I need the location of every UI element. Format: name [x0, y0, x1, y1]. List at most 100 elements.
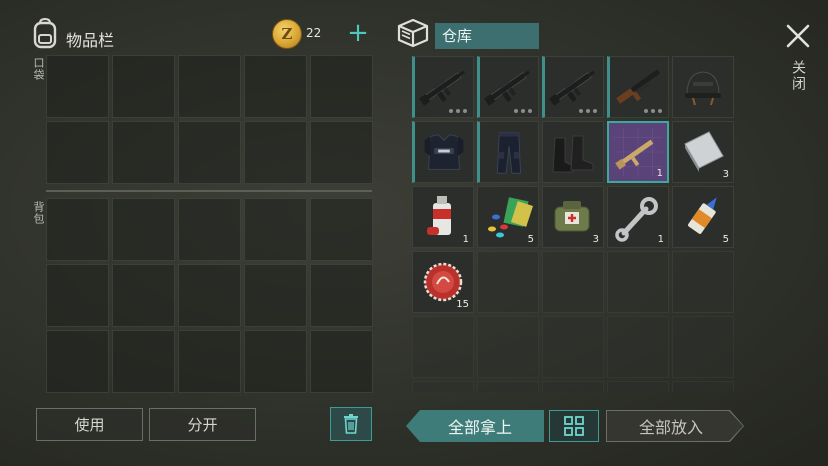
- pocket-slot[interactable]: [46, 121, 109, 184]
- backpack-slot[interactable]: [244, 198, 307, 261]
- backpack-slot[interactable]: [178, 264, 241, 327]
- pocket-slot[interactable]: [178, 121, 241, 184]
- warehouse-grid: 1 3 1 5 3 1 5 15: [412, 56, 738, 392]
- item-quantity: 1: [462, 234, 469, 245]
- warehouse-slot-spray-paint[interactable]: 1: [412, 186, 474, 248]
- backpack-slot[interactable]: [310, 198, 373, 261]
- backpack-slot[interactable]: [46, 330, 109, 393]
- close-button[interactable]: [784, 22, 812, 50]
- backpack-icon: [28, 16, 62, 50]
- trash-icon: [344, 414, 358, 434]
- pocket-label: 口袋: [32, 57, 45, 81]
- warehouse-slot-shotgun[interactable]: [607, 56, 669, 118]
- warehouse-slot-empty[interactable]: [542, 381, 604, 392]
- backpack-slot[interactable]: [46, 264, 109, 327]
- warehouse-slot-glue-tube[interactable]: 5: [672, 186, 734, 248]
- coin-icon: Z: [272, 19, 302, 49]
- assault-rifle-icon: [419, 70, 465, 106]
- item-quantity: 15: [456, 299, 469, 310]
- inventory-title: 物品栏: [66, 31, 115, 50]
- pocket-slot[interactable]: [178, 55, 241, 118]
- warehouse-slot-empty[interactable]: [477, 316, 539, 378]
- coin-balance: Z 22 +: [272, 19, 372, 49]
- warehouse-slot-empty[interactable]: [607, 316, 669, 378]
- pocket-slot[interactable]: [112, 55, 175, 118]
- warehouse-slot-colored-pills[interactable]: 5: [477, 186, 539, 248]
- coin-count: 22: [306, 26, 322, 40]
- warehouse-box-icon: [396, 16, 430, 50]
- tactical-pants-icon: [496, 132, 522, 174]
- warehouse-slot-metal-sheet[interactable]: 3: [672, 121, 734, 183]
- item-quantity: 3: [722, 169, 729, 180]
- pocket-slot[interactable]: [244, 55, 307, 118]
- pocket-slot[interactable]: [310, 121, 373, 184]
- item-quantity: 1: [656, 168, 663, 179]
- warehouse-slot-police-vest[interactable]: [412, 121, 474, 183]
- warehouse-slot-empty[interactable]: [412, 316, 474, 378]
- sort-grid-button[interactable]: [549, 410, 599, 442]
- use-button[interactable]: 使用: [36, 408, 143, 441]
- warehouse-slot-empty[interactable]: [477, 251, 539, 313]
- warehouse-slot-helmet[interactable]: [672, 56, 734, 118]
- pocket-slot[interactable]: [310, 55, 373, 118]
- backpack-slot[interactable]: [178, 198, 241, 261]
- backpack-slot[interactable]: [244, 264, 307, 327]
- warehouse-slot-empty[interactable]: [672, 381, 734, 392]
- item-quantity: 1: [657, 234, 664, 245]
- warehouse-slot-wrench[interactable]: 1: [607, 186, 669, 248]
- backpack-slot[interactable]: [112, 330, 175, 393]
- durability-dots: [579, 109, 597, 113]
- backpack-slot[interactable]: [178, 330, 241, 393]
- warehouse-slot-assault-rifle[interactable]: [542, 56, 604, 118]
- warehouse-slot-bottle-cap[interactable]: 15: [412, 251, 474, 313]
- item-quantity: 3: [592, 234, 599, 245]
- warehouse-slot-empty[interactable]: [542, 316, 604, 378]
- item-quantity: 5: [527, 234, 534, 245]
- put-all-button[interactable]: 全部放入: [606, 410, 744, 442]
- put-all-label: 全部放入: [607, 411, 743, 441]
- warehouse-slot-empty[interactable]: [477, 381, 539, 392]
- warehouse-slot-assault-rifle[interactable]: [412, 56, 474, 118]
- discard-button[interactable]: [330, 407, 372, 441]
- assault-rifle-icon: [549, 70, 595, 106]
- pocket-grid: [46, 55, 373, 184]
- warehouse-slot-medkit-bag[interactable]: 3: [542, 186, 604, 248]
- backpack-slot[interactable]: [112, 264, 175, 327]
- take-all-button[interactable]: 全部拿上: [406, 410, 544, 442]
- assault-rifle-icon: [484, 70, 530, 106]
- grid-view-icon: [564, 416, 584, 436]
- combat-boots-icon: [552, 135, 594, 173]
- pocket-slot[interactable]: [112, 121, 175, 184]
- backpack-slot[interactable]: [244, 330, 307, 393]
- warehouse-slot-empty[interactable]: [412, 381, 474, 392]
- warehouse-slot-tactical-pants[interactable]: [477, 121, 539, 183]
- durability-dots: [514, 109, 532, 113]
- close-label[interactable]: 关闭: [788, 60, 808, 92]
- backpack-slot[interactable]: [310, 264, 373, 327]
- warehouse-slot-empty[interactable]: [672, 316, 734, 378]
- durability-dots: [449, 109, 467, 113]
- section-divider: [46, 190, 372, 192]
- warehouse-slot-combat-boots[interactable]: [542, 121, 604, 183]
- backpack-slot[interactable]: [310, 330, 373, 393]
- warehouse-slot-empty[interactable]: [542, 251, 604, 313]
- warehouse-slot-assault-rifle[interactable]: [477, 56, 539, 118]
- warehouse-slot-rifle-blueprint[interactable]: 1: [607, 121, 669, 183]
- backpack-slot[interactable]: [46, 198, 109, 261]
- add-coins-button[interactable]: +: [346, 19, 370, 49]
- backpack-slot[interactable]: [112, 198, 175, 261]
- close-icon: [786, 24, 810, 48]
- warehouse-tab[interactable]: 仓库: [435, 23, 539, 49]
- warehouse-slot-empty[interactable]: [672, 251, 734, 313]
- item-quantity: 5: [722, 234, 729, 245]
- warehouse-slot-empty[interactable]: [607, 381, 669, 392]
- police-vest-icon: [424, 134, 464, 170]
- backpack-grid: [46, 198, 373, 393]
- shotgun-icon: [616, 69, 661, 104]
- warehouse-slot-empty[interactable]: [607, 251, 669, 313]
- split-button[interactable]: 分开: [149, 408, 256, 441]
- helmet-icon: [685, 71, 721, 106]
- backpack-label: 背包: [32, 201, 45, 225]
- pocket-slot[interactable]: [244, 121, 307, 184]
- pocket-slot[interactable]: [46, 55, 109, 118]
